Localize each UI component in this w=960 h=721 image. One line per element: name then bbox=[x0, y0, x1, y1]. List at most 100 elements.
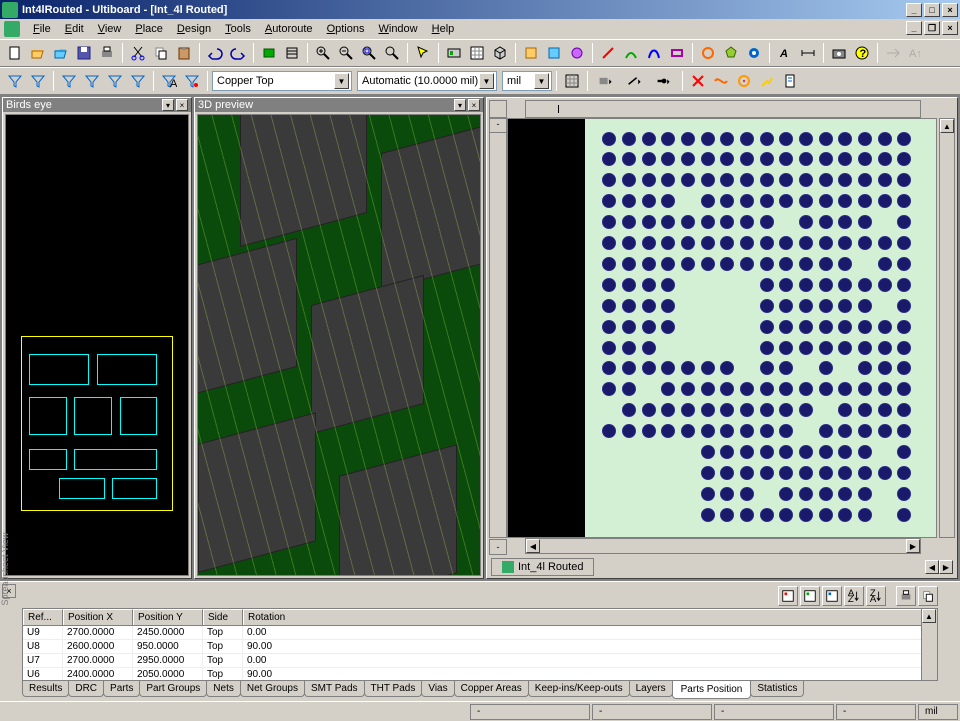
filter-8-button[interactable] bbox=[181, 70, 203, 92]
xfer-button[interactable] bbox=[882, 42, 904, 64]
panel-pin-button[interactable]: ▾ bbox=[454, 99, 466, 111]
sheet-copy-button[interactable] bbox=[918, 586, 938, 606]
connectivity-button[interactable] bbox=[756, 70, 778, 92]
open-button[interactable] bbox=[27, 42, 49, 64]
redo-button[interactable] bbox=[227, 42, 249, 64]
menu-edit[interactable]: Edit bbox=[58, 21, 91, 37]
3d-button[interactable] bbox=[489, 42, 511, 64]
spreadsheet-tab[interactable]: Statistics bbox=[750, 681, 804, 697]
preview-3d-canvas[interactable] bbox=[197, 114, 481, 576]
bezier-button[interactable] bbox=[643, 42, 665, 64]
spreadsheet-tab[interactable]: DRC bbox=[68, 681, 104, 697]
zoom-in-button[interactable] bbox=[312, 42, 334, 64]
annotate-button[interactable]: A↑ bbox=[905, 42, 927, 64]
paste-button[interactable] bbox=[173, 42, 195, 64]
table-row[interactable]: U62400.00002050.0000Top90.00 bbox=[23, 668, 937, 681]
scrollbar-horizontal[interactable]: ◀ ▶ bbox=[525, 538, 921, 554]
filter-4-button[interactable] bbox=[81, 70, 103, 92]
scroll-right-button[interactable]: ▶ bbox=[906, 539, 920, 553]
spreadsheet-tab[interactable]: Net Groups bbox=[240, 681, 305, 697]
print-button[interactable] bbox=[96, 42, 118, 64]
document-tab[interactable]: Int_4l Routed bbox=[491, 558, 594, 576]
table-row[interactable]: U72700.00002950.0000Top0.00 bbox=[23, 654, 937, 668]
col-side[interactable]: Side bbox=[203, 609, 243, 625]
sort-desc-button[interactable]: ZA bbox=[866, 586, 886, 606]
circle-button[interactable] bbox=[697, 42, 719, 64]
col-ref[interactable]: Ref... bbox=[23, 609, 63, 625]
ruler-horizontal[interactable] bbox=[525, 100, 921, 118]
sort-asc-button[interactable]: AZ bbox=[844, 586, 864, 606]
arc-button[interactable] bbox=[620, 42, 642, 64]
spreadsheet-tab[interactable]: SMT Pads bbox=[304, 681, 365, 697]
minimize-button[interactable]: _ bbox=[906, 3, 922, 17]
menu-file[interactable]: File bbox=[26, 21, 58, 37]
sheet-btn-1[interactable] bbox=[778, 586, 798, 606]
menu-tools[interactable]: Tools bbox=[218, 21, 258, 37]
tool-a-button[interactable] bbox=[520, 42, 542, 64]
birds-eye-canvas[interactable] bbox=[5, 114, 189, 576]
dimension-button[interactable] bbox=[797, 42, 819, 64]
spreadsheet-tab[interactable]: Part Groups bbox=[139, 681, 207, 697]
open-sample-button[interactable] bbox=[50, 42, 72, 64]
sheet-print-button[interactable] bbox=[896, 586, 916, 606]
grid-scroll-up[interactable]: ▲ bbox=[922, 609, 936, 623]
database-button[interactable] bbox=[281, 42, 303, 64]
close-button[interactable]: × bbox=[942, 3, 958, 17]
spreadsheet-tab[interactable]: Results bbox=[22, 681, 69, 697]
table-row[interactable]: U92700.00002450.0000Top0.00 bbox=[23, 626, 937, 640]
help-button[interactable]: ? bbox=[851, 42, 873, 64]
mdi-app-icon[interactable] bbox=[4, 21, 20, 37]
text-button[interactable]: A bbox=[774, 42, 796, 64]
zoom-minus-button[interactable]: - bbox=[489, 539, 507, 555]
col-position-y[interactable]: Position Y bbox=[133, 609, 203, 625]
filter-1-button[interactable] bbox=[4, 70, 26, 92]
panel-pin-button[interactable]: ▾ bbox=[162, 99, 174, 111]
menu-place[interactable]: Place bbox=[128, 21, 170, 37]
line-button[interactable] bbox=[597, 42, 619, 64]
style-fill-button[interactable] bbox=[592, 70, 620, 92]
table-row[interactable]: U82600.0000950.0000Top90.00 bbox=[23, 640, 937, 654]
design-toolbox-button[interactable] bbox=[443, 42, 465, 64]
spreadsheet-tab[interactable]: Nets bbox=[206, 681, 241, 697]
mdi-close-button[interactable]: × bbox=[942, 21, 958, 35]
mdi-minimize-button[interactable]: _ bbox=[906, 21, 922, 35]
filter-2-button[interactable] bbox=[27, 70, 49, 92]
spreadsheet-tab[interactable]: Vias bbox=[421, 681, 454, 697]
tab-prev-button[interactable]: ◀ bbox=[925, 560, 939, 574]
tool-c-button[interactable] bbox=[566, 42, 588, 64]
ruler-minus-button[interactable]: - bbox=[490, 119, 506, 133]
sheet-btn-2[interactable] bbox=[800, 586, 820, 606]
filter-6-button[interactable] bbox=[127, 70, 149, 92]
drc-button[interactable] bbox=[687, 70, 709, 92]
spreadsheet-button[interactable] bbox=[466, 42, 488, 64]
menu-help[interactable]: Help bbox=[425, 21, 462, 37]
layer-combo[interactable]: Copper Top ▼ bbox=[212, 71, 352, 91]
copy-button[interactable] bbox=[150, 42, 172, 64]
col-position-x[interactable]: Position X bbox=[63, 609, 133, 625]
spreadsheet-tab[interactable]: Layers bbox=[629, 681, 673, 697]
panel-close-button[interactable]: × bbox=[176, 99, 188, 111]
zoom-out-button[interactable] bbox=[335, 42, 357, 64]
col-rotation[interactable]: Rotation bbox=[243, 609, 937, 625]
menu-design[interactable]: Design bbox=[170, 21, 218, 37]
mdi-restore-button[interactable]: ❐ bbox=[924, 21, 940, 35]
unit-combo[interactable]: mil ▼ bbox=[502, 71, 552, 91]
tab-next-button[interactable]: ▶ bbox=[939, 560, 953, 574]
scrollbar-vertical[interactable]: ▲ bbox=[939, 118, 955, 538]
rect-button[interactable] bbox=[666, 42, 688, 64]
grid-toggle-button[interactable] bbox=[561, 70, 583, 92]
place-part-button[interactable] bbox=[258, 42, 280, 64]
zoom-window-button[interactable] bbox=[358, 42, 380, 64]
grid-scrollbar[interactable]: ▲ bbox=[921, 609, 937, 680]
maximize-button[interactable]: □ bbox=[924, 3, 940, 17]
filter-5-button[interactable] bbox=[104, 70, 126, 92]
menu-window[interactable]: Window bbox=[371, 21, 424, 37]
style-line-button[interactable] bbox=[621, 70, 649, 92]
spreadsheet-tab[interactable]: Parts bbox=[103, 681, 140, 697]
select-button[interactable] bbox=[412, 42, 434, 64]
sheet-btn-3[interactable] bbox=[822, 586, 842, 606]
spreadsheet-tab[interactable]: Parts Position bbox=[672, 681, 752, 699]
filter-7-button[interactable]: A bbox=[158, 70, 180, 92]
menu-view[interactable]: View bbox=[91, 21, 129, 37]
undo-button[interactable] bbox=[204, 42, 226, 64]
